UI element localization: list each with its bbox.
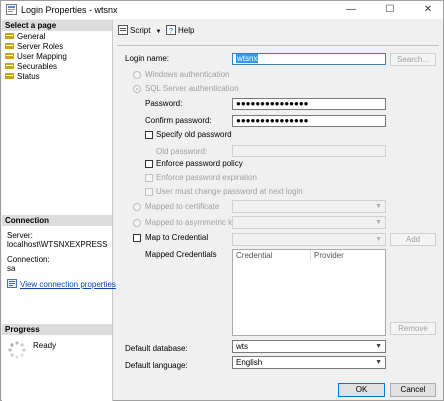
asymmetric-key-dropdown[interactable]: ▼	[232, 216, 386, 229]
password-input[interactable]: ●●●●●●●●●●●●●●●	[232, 98, 386, 110]
login-name-value: wtsnx	[236, 54, 259, 63]
certificate-dropdown[interactable]: ▼	[232, 200, 386, 213]
enforce-policy-label: Enforce password policy	[156, 159, 243, 168]
page-server-roles[interactable]: Server Roles	[5, 42, 63, 52]
page-status-label: Status	[17, 72, 40, 81]
default-database-dropdown[interactable]: wts ▼	[232, 340, 386, 353]
windows-auth-radio[interactable]	[133, 71, 141, 79]
mapped-cert-radio[interactable]	[133, 203, 141, 211]
maximize-button[interactable]: ☐	[377, 2, 403, 18]
sql-auth-radio[interactable]	[133, 85, 141, 93]
search-button[interactable]: Search...	[390, 53, 436, 66]
script-button[interactable]: Script ▼	[118, 25, 161, 37]
script-label: Script	[130, 26, 151, 35]
page-status[interactable]: Status	[5, 72, 40, 82]
chevron-down-icon[interactable]: ▼	[155, 29, 161, 35]
login-name-label: Login name:	[125, 54, 170, 63]
window-title: Login Properties - wtsnx	[21, 5, 118, 15]
page-securables[interactable]: Securables	[5, 62, 57, 72]
default-database-label: Default database:	[125, 344, 188, 353]
specify-old-password-checkbox[interactable]	[145, 131, 153, 139]
properties-icon	[7, 279, 17, 288]
confirm-password-input[interactable]: ●●●●●●●●●●●●●●●	[232, 115, 386, 127]
login-properties-window: Login Properties - wtsnx — ☐ ✕ Select a …	[0, 0, 444, 401]
app-icon	[6, 4, 17, 15]
mapped-credentials-label: Mapped Credentials	[145, 250, 217, 259]
mapped-asym-radio[interactable]	[133, 219, 141, 227]
chevron-down-icon: ▼	[375, 203, 382, 210]
mapped-asym-label: Mapped to asymmetric key	[145, 218, 241, 227]
windows-auth-label: Windows authentication	[145, 70, 230, 79]
enforce-expiration-checkbox[interactable]	[145, 174, 153, 182]
sql-auth-label: SQL Server authentication	[145, 84, 239, 93]
select-page-heading: Select a page	[2, 20, 112, 31]
server-label: Server:	[7, 231, 33, 240]
must-change-label: User must change password at next login	[156, 187, 303, 196]
default-language-value: English	[236, 358, 263, 367]
password-label: Password:	[145, 99, 183, 108]
wrench-icon	[5, 53, 14, 59]
view-connection-properties[interactable]: View connection properties	[7, 279, 116, 289]
svg-text:?: ?	[169, 28, 173, 35]
enforce-expiration-label: Enforce password expiration	[156, 173, 257, 182]
connection-value: sa	[7, 264, 16, 273]
chevron-down-icon: ▼	[375, 219, 382, 226]
server-value: localhost\WTSNXEXPRESS	[7, 240, 108, 249]
page-server-roles-label: Server Roles	[17, 42, 64, 51]
enforce-policy-checkbox[interactable]	[145, 160, 153, 168]
old-password-label: Old password:	[156, 147, 208, 156]
progress-spinner-icon	[8, 341, 26, 359]
connection-label: Connection:	[7, 255, 50, 264]
default-language-dropdown[interactable]: English ▼	[232, 356, 386, 369]
help-button[interactable]: ? Help	[166, 25, 194, 36]
minimize-button[interactable]: —	[338, 2, 364, 18]
must-change-checkbox[interactable]	[145, 188, 153, 196]
progress-heading: Progress	[2, 324, 112, 335]
credential-column-header[interactable]: Credential	[233, 250, 311, 261]
progress-status: Ready	[33, 341, 57, 350]
script-icon	[118, 25, 128, 35]
view-connection-link[interactable]: View connection properties	[20, 280, 116, 289]
title-bar: Login Properties - wtsnx — ☐ ✕	[1, 1, 443, 19]
help-icon: ?	[166, 25, 176, 35]
wrench-icon	[5, 43, 14, 49]
page-securables-label: Securables	[17, 62, 58, 71]
page-general-label: General	[17, 32, 46, 41]
mapped-credentials-list[interactable]: Credential Provider	[232, 249, 386, 336]
page-general[interactable]: General	[5, 32, 45, 42]
map-credential-label: Map to Credential	[145, 233, 209, 242]
default-language-label: Default language:	[125, 361, 188, 370]
help-label: Help	[178, 26, 195, 35]
wrench-icon	[5, 33, 14, 39]
credential-dropdown[interactable]: ▼	[232, 233, 386, 246]
mapped-cert-label: Mapped to certificate	[145, 202, 220, 211]
chevron-down-icon: ▼	[375, 236, 382, 243]
page-user-mapping-label: User Mapping	[17, 52, 67, 61]
chevron-down-icon: ▼	[375, 359, 382, 366]
cancel-button[interactable]: Cancel	[390, 383, 436, 397]
page-user-mapping[interactable]: User Mapping	[5, 52, 67, 62]
wrench-icon	[5, 63, 14, 69]
chevron-down-icon: ▼	[375, 343, 382, 350]
remove-button[interactable]: Remove	[390, 322, 436, 335]
close-button[interactable]: ✕	[415, 2, 441, 18]
map-credential-checkbox[interactable]	[133, 234, 141, 242]
toolbar-divider	[117, 45, 439, 46]
default-database-value: wts	[236, 342, 248, 351]
ok-button[interactable]: OK	[338, 383, 385, 397]
confirm-password-label: Confirm password:	[145, 116, 212, 125]
connection-heading: Connection	[2, 215, 112, 226]
old-password-input[interactable]	[232, 145, 386, 157]
wrench-icon	[5, 73, 14, 79]
login-name-input[interactable]: wtsnx	[232, 53, 386, 65]
provider-column-header[interactable]: Provider	[311, 250, 385, 261]
add-button[interactable]: Add	[390, 233, 436, 246]
specify-old-password-label: Specify old password	[156, 130, 232, 139]
